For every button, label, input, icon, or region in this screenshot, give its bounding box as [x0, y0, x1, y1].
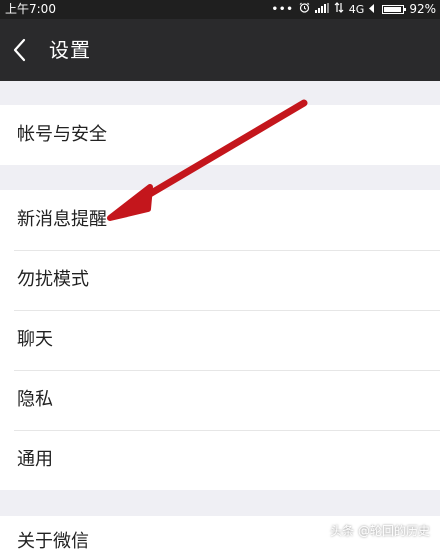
- battery-tip: [404, 8, 407, 11]
- settings-group-account: 帐号与安全: [0, 105, 440, 165]
- signal-icon: [314, 0, 329, 19]
- signal-arrow-icon: [369, 0, 375, 19]
- data-transfer-icon: [334, 0, 344, 19]
- menu-item-chat[interactable]: 聊天: [0, 310, 440, 370]
- battery-fill: [384, 7, 401, 12]
- status-time: 上午7:00: [5, 2, 56, 16]
- back-button[interactable]: [8, 33, 40, 67]
- battery-percent: 92%: [409, 2, 436, 16]
- battery-icon: [382, 5, 407, 14]
- menu-item-do-not-disturb[interactable]: 勿扰模式: [0, 250, 440, 310]
- watermark: 头条 @轮回的历史: [330, 524, 430, 538]
- page-title: 设置: [49, 38, 91, 62]
- menu-item-general[interactable]: 通用: [0, 430, 440, 490]
- menu-item-privacy[interactable]: 隐私: [0, 370, 440, 430]
- title-bar: 设置: [0, 19, 440, 81]
- menu-item-account-security[interactable]: 帐号与安全: [0, 105, 440, 165]
- network-type: 4G: [348, 3, 365, 16]
- alarm-icon: [299, 0, 310, 19]
- menu-item-new-message-notification[interactable]: 新消息提醒: [0, 190, 440, 250]
- status-icons: ••• 4G 92%: [272, 0, 436, 19]
- notification-dots-icon: •••: [271, 4, 294, 15]
- status-bar: 上午7:00 ••• 4G 92%: [0, 0, 440, 19]
- chevron-left-icon: [13, 38, 26, 62]
- settings-group-main: 新消息提醒 勿扰模式 聊天 隐私 通用: [0, 190, 440, 490]
